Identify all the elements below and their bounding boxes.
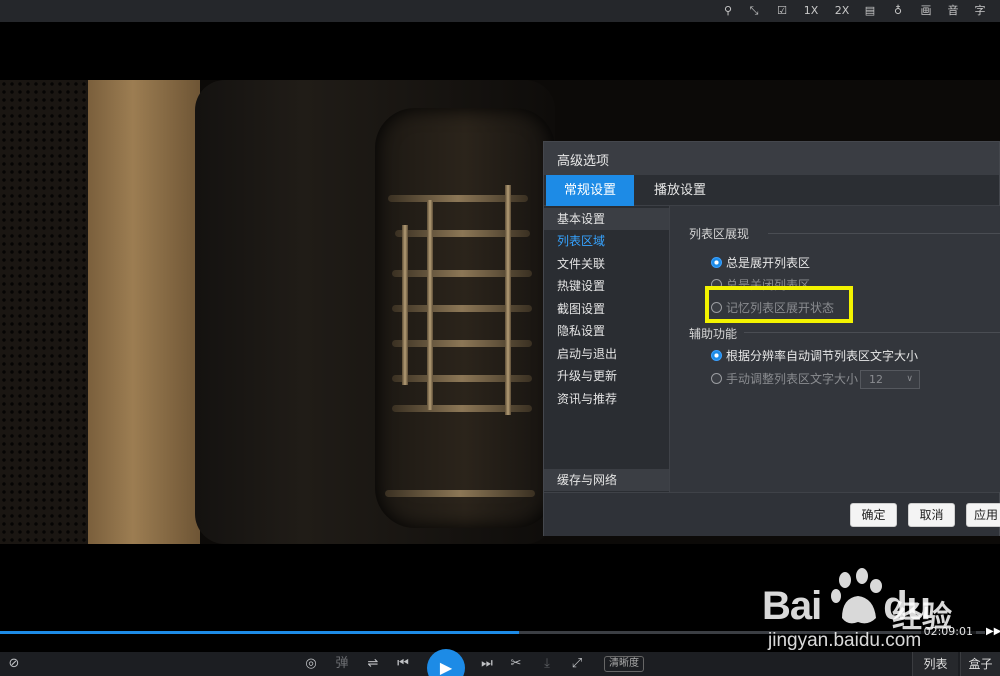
bulb-icon[interactable]: ♁ — [890, 0, 906, 22]
nav-item-privacy[interactable]: 隐私设置 — [544, 320, 669, 342]
section-divider — [768, 233, 1000, 234]
option-label: 手动调整列表区文字大小 — [726, 372, 859, 386]
machine-rod — [427, 200, 433, 410]
nav-item-startup-exit[interactable]: 启动与退出 — [544, 343, 669, 365]
progress-fill — [0, 631, 520, 634]
highlight-annotation-box — [705, 286, 853, 323]
dialog-tabs: 常规设置 播放设置 — [544, 175, 999, 206]
apply-button[interactable]: 应用 — [966, 503, 1000, 527]
audio-button[interactable]: 音 — [944, 0, 962, 22]
section-title-assist: 辅助功能 — [689, 327, 738, 341]
machine-rod — [402, 225, 408, 385]
previous-icon[interactable]: ⏮ — [394, 655, 412, 673]
gear-ring — [392, 375, 532, 382]
subtitle-button[interactable]: 字 — [971, 0, 989, 22]
expand-icon[interactable]: ⤢ — [568, 655, 586, 673]
chevron-down-icon: ∨ — [906, 374, 914, 384]
wall-panel — [88, 80, 200, 544]
nav-item-hotkeys[interactable]: 热键设置 — [544, 275, 669, 297]
check-icon[interactable]: ☑ — [774, 0, 790, 22]
cancel-button[interactable]: 取消 — [908, 503, 955, 527]
picture-button[interactable]: 画 — [917, 0, 935, 22]
eye-icon[interactable]: ◎ — [302, 655, 320, 673]
gear-ring — [385, 490, 535, 497]
dialog-titlebar[interactable]: 高级选项 — [544, 142, 999, 175]
nav-item-screenshot[interactable]: 截图设置 — [544, 298, 669, 320]
zoom-2x-button[interactable]: 2X — [831, 0, 853, 22]
gear-ring — [392, 305, 532, 312]
nav-item-basic[interactable]: 基本设置 — [544, 208, 669, 230]
radio-icon[interactable] — [711, 373, 722, 384]
brand-part: Bai — [762, 584, 822, 628]
dialog-footer: 确定 取消 应用 — [544, 492, 1000, 536]
next-icon[interactable]: ⏭ — [478, 655, 496, 673]
gear-ring — [392, 340, 532, 347]
tab-general[interactable]: 常规设置 — [546, 175, 634, 206]
mute-icon[interactable]: ⊘ — [6, 655, 22, 673]
dialog-title: 高级选项 — [557, 154, 610, 169]
nav-item-news[interactable]: 资讯与推荐 — [544, 388, 669, 410]
radio-checked-icon[interactable] — [711, 257, 722, 268]
option-label: 根据分辨率自动调节列表区文字大小 — [726, 349, 919, 363]
nav-item-update[interactable]: 升级与更新 — [544, 365, 669, 387]
gear-ring — [392, 405, 532, 412]
settings-nav: 基本设置 列表区域 文件关联 热键设置 截图设置 隐私设置 启动与退出 升级与更… — [544, 206, 669, 492]
equalizer-icon[interactable]: ⇌ — [364, 655, 382, 673]
option-label: 总是展开列表区 — [726, 256, 811, 270]
tab-playback[interactable]: 播放设置 — [640, 175, 720, 206]
nav-item-file-assoc[interactable]: 文件关联 — [544, 253, 669, 275]
section-title-list: 列表区展现 — [689, 227, 750, 241]
danmaku-button[interactable]: 弹 — [333, 655, 351, 673]
font-size-value: 12 — [869, 373, 884, 386]
option-auto-font-size[interactable]: 根据分辨率自动调节列表区文字大小 — [711, 347, 918, 364]
zoom-1x-button[interactable]: 1X — [800, 0, 822, 22]
font-size-select[interactable]: 12 ∨ — [860, 370, 921, 389]
option-manual-font-size[interactable]: 手动调整列表区文字大小 12 ∨ — [711, 370, 921, 389]
nav-item-cache-network[interactable]: 缓存与网络 — [544, 469, 669, 491]
play-button[interactable]: ▶ — [427, 649, 465, 676]
play-icon: ▶ — [439, 658, 453, 676]
radio-checked-icon[interactable] — [711, 350, 722, 361]
cut-icon[interactable]: ✂ — [507, 655, 525, 673]
settings-content: 列表区展现 总是展开列表区 总是关闭列表区 记忆列表区展开状态 辅助功能 根据分… — [669, 206, 1000, 492]
gear-ring — [392, 270, 532, 277]
nav-item-list-area[interactable]: 列表区域 — [544, 230, 669, 252]
machine-rod — [505, 185, 511, 415]
pin-icon[interactable]: ⚲ — [720, 0, 736, 22]
speaker-grille — [0, 80, 90, 544]
baidu-watermark: Bai du 经验 jingyan.baidu.com — [760, 568, 1000, 658]
quality-button[interactable]: 清晰度 — [604, 656, 644, 672]
top-toolbar: ⚲ ⤡ ☑ 1X 2X ▤ ♁ 画 音 字 — [0, 0, 1000, 22]
option-always-expand[interactable]: 总是展开列表区 — [711, 254, 810, 271]
advanced-options-dialog: 高级选项 常规设置 播放设置 基本设置 列表区域 文件关联 热键设置 截图设置 … — [543, 141, 1000, 536]
watermark-url: jingyan.baidu.com — [768, 630, 922, 651]
layout-icon[interactable]: ▤ — [862, 0, 878, 22]
fullscreen-icon[interactable]: ⤡ — [746, 0, 762, 22]
download-icon[interactable]: ⤓ — [538, 655, 556, 673]
section-divider — [744, 332, 1000, 333]
ok-button[interactable]: 确定 — [850, 503, 897, 527]
